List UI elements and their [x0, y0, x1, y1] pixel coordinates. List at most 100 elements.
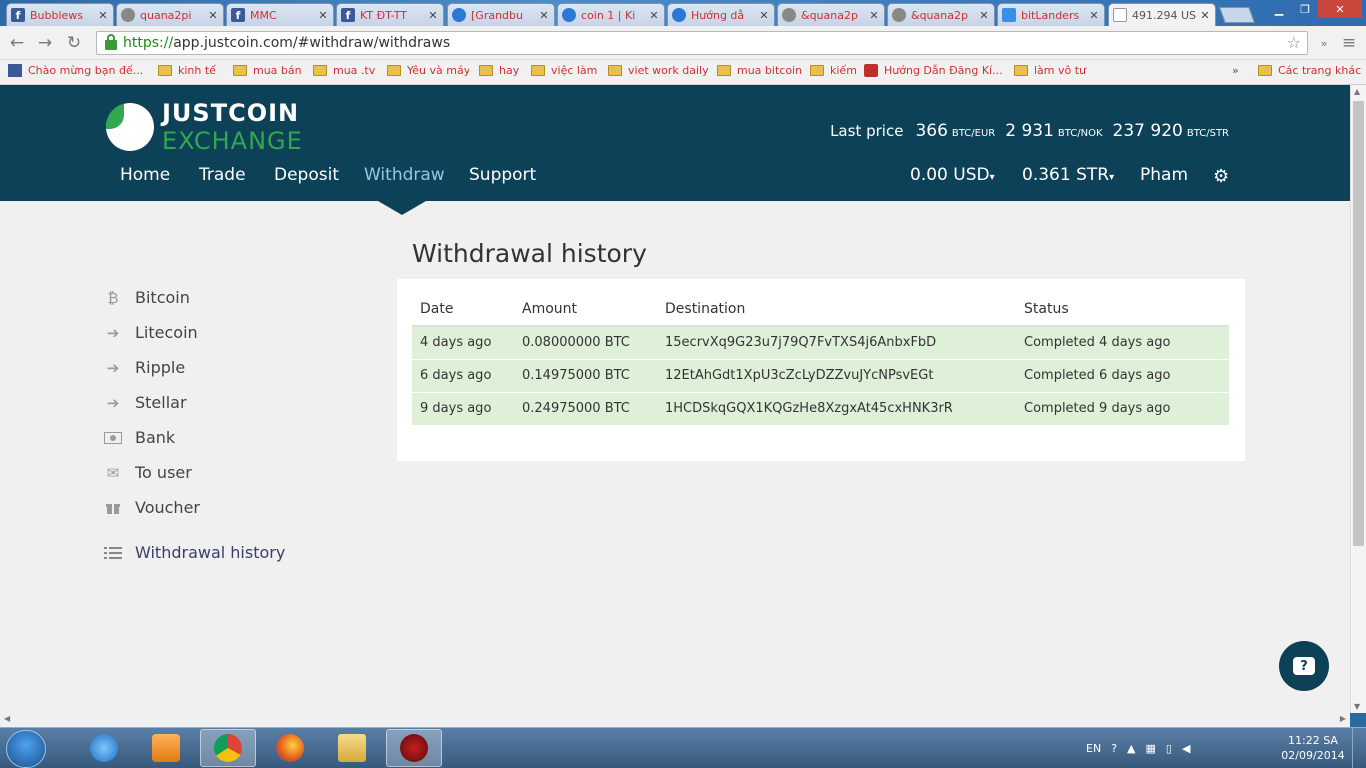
tab-label: Hướng dẫ: [691, 8, 745, 22]
sidebar-item-withdrawal-history[interactable]: Withdrawal history: [104, 543, 285, 562]
browser-tab[interactable]: &quana2p ✕: [777, 3, 885, 26]
scroll-left-icon[interactable]: ◀: [4, 714, 10, 723]
bookmark-item[interactable]: Hướng Dẫn Đăng Kí...: [864, 64, 1006, 77]
gear-icon[interactable]: ⚙: [1213, 166, 1229, 187]
system-clock[interactable]: 11:22 SA 02/09/2014: [1280, 733, 1346, 763]
bookmark-item[interactable]: mua bán: [233, 64, 305, 77]
system-tray: EN ? ▲ ▦ ▯ ◀: [1086, 728, 1190, 768]
vertical-scrollbar[interactable]: ▲ ▼: [1350, 85, 1366, 713]
new-tab-button[interactable]: [1219, 7, 1255, 23]
firefox-taskbar-icon[interactable]: [262, 729, 318, 767]
close-icon[interactable]: ✕: [1199, 9, 1211, 22]
maximize-button[interactable]: ❐: [1292, 0, 1318, 18]
browser-tab-active[interactable]: 491.294 US ✕: [1108, 3, 1216, 26]
forward-icon[interactable]: →: [34, 32, 56, 54]
windows-start-button[interactable]: [6, 730, 46, 768]
sidebar-item-label: Stellar: [135, 393, 187, 412]
minimize-button[interactable]: ▁: [1266, 0, 1292, 18]
sidebar-item-litecoin[interactable]: ➔ Litecoin: [104, 323, 198, 342]
back-icon[interactable]: ←: [6, 32, 28, 54]
browser-tab[interactable]: &quana2p ✕: [887, 3, 995, 26]
sidebar-item-to-user[interactable]: ✉ To user: [104, 463, 192, 482]
close-icon[interactable]: ✕: [207, 9, 219, 22]
network-icon[interactable]: ▦: [1146, 742, 1156, 755]
usd-balance-dropdown[interactable]: 0.00 USD▾: [910, 165, 995, 185]
browser-tab[interactable]: [Grandbu ✕: [447, 3, 555, 26]
bookmark-item[interactable]: kiếm: [810, 64, 858, 77]
bookmark-item[interactable]: viet work daily: [608, 64, 712, 77]
browser-tab[interactable]: quana2pi ✕: [116, 3, 224, 26]
bookmark-item[interactable]: Các trang khác: [1258, 64, 1366, 77]
page-content: JUSTCOIN EXCHANGE Last price 366 BTC/EUR…: [0, 85, 1350, 713]
browser-tab[interactable]: f Bubblews ✕: [6, 3, 114, 26]
bookmark-item[interactable]: Yêu và máy: [387, 64, 469, 77]
last-price-ticker: Last price 366 BTC/EUR 2 931 BTC/NOK 237…: [830, 121, 1229, 141]
url-text[interactable]: https://app.justcoin.com/#withdraw/withd…: [123, 35, 450, 51]
media-player-taskbar-icon[interactable]: [138, 729, 194, 767]
help-chat-button[interactable]: ?: [1279, 641, 1329, 691]
close-icon[interactable]: ✕: [1088, 9, 1100, 22]
nav-deposit[interactable]: Deposit: [274, 165, 339, 185]
close-icon[interactable]: ✕: [978, 9, 990, 22]
bookmark-item[interactable]: mua .tv: [313, 64, 379, 77]
sidebar-item-bitcoin[interactable]: ₿ Bitcoin: [104, 288, 189, 307]
scroll-right-icon[interactable]: ▶: [1340, 714, 1346, 723]
scroll-down-icon[interactable]: ▼: [1354, 702, 1360, 711]
browser-toolbar: ← → ↻ https://app.justcoin.com/#withdraw…: [0, 26, 1366, 60]
browser-tab[interactable]: f MMC ✕: [226, 3, 334, 26]
battery-icon[interactable]: ▯: [1166, 742, 1172, 755]
user-menu[interactable]: Pham: [1140, 165, 1188, 185]
justcoin-logo[interactable]: JUSTCOIN EXCHANGE: [106, 99, 303, 155]
nav-withdraw[interactable]: Withdraw: [364, 165, 445, 185]
chrome-taskbar-icon[interactable]: [200, 729, 256, 767]
internet-explorer-taskbar-icon[interactable]: [76, 729, 132, 767]
close-icon[interactable]: ✕: [317, 9, 329, 22]
help-icon[interactable]: ?: [1111, 742, 1117, 755]
extensions-chevron-icon[interactable]: »: [1313, 32, 1335, 54]
close-icon[interactable]: ✕: [427, 9, 439, 22]
bookmark-item[interactable]: làm vô tư: [1014, 64, 1094, 77]
browser-tab[interactable]: bitLanders ✕: [997, 3, 1105, 26]
tray-expand-icon[interactable]: ▲: [1127, 742, 1135, 755]
explorer-folder-taskbar-icon[interactable]: [324, 729, 380, 767]
bookmark-item[interactable]: việc làm: [531, 64, 599, 77]
browser-tab[interactable]: f KT ĐT-TT ✕: [336, 3, 444, 26]
bookmark-star-icon[interactable]: ☆: [1287, 33, 1301, 52]
cell-status: Completed 4 days ago: [1016, 326, 1229, 360]
sidebar-item-bank[interactable]: Bank: [104, 428, 175, 447]
close-icon[interactable]: ✕: [758, 9, 770, 22]
show-desktop-button[interactable]: [1352, 728, 1366, 768]
bookmark-item[interactable]: kinh tế: [158, 64, 224, 77]
language-indicator[interactable]: EN: [1086, 742, 1101, 755]
volume-icon[interactable]: ◀: [1182, 742, 1190, 755]
nav-trade[interactable]: Trade: [199, 165, 246, 185]
envelope-icon: ✉: [106, 463, 120, 482]
nav-support[interactable]: Support: [469, 165, 536, 185]
scrollbar-thumb[interactable]: [1353, 101, 1364, 546]
bookmarks-overflow-icon[interactable]: »: [1232, 64, 1246, 77]
scroll-up-icon[interactable]: ▲: [1354, 87, 1360, 96]
window-close-button[interactable]: ✕: [1318, 0, 1362, 18]
nav-home[interactable]: Home: [120, 165, 170, 185]
str-balance-dropdown[interactable]: 0.361 STR▾: [1022, 165, 1114, 185]
bookmark-item[interactable]: mua bitcoin: [717, 64, 803, 77]
reload-icon[interactable]: ↻: [63, 32, 85, 54]
sidebar-item-voucher[interactable]: Voucher: [104, 498, 200, 517]
sidebar-item-stellar[interactable]: ➔ Stellar: [104, 393, 187, 412]
close-icon[interactable]: ✕: [97, 9, 109, 22]
browser-tab[interactable]: Hướng dẫ ✕: [667, 3, 775, 26]
browser-tab[interactable]: coin 1 | Ki ✕: [557, 3, 665, 26]
facebook-icon: f: [11, 8, 25, 22]
address-bar[interactable]: https://app.justcoin.com/#withdraw/withd…: [96, 31, 1308, 55]
horizontal-scrollbar[interactable]: ◀ ▶: [0, 713, 1350, 727]
close-icon[interactable]: ✕: [648, 9, 660, 22]
close-icon[interactable]: ✕: [868, 9, 880, 22]
globe-search-icon: [672, 8, 686, 22]
bookmark-item[interactable]: Chào mừng bạn đế...: [8, 64, 148, 77]
bookmark-label: Hướng Dẫn Đăng Kí...: [884, 64, 1003, 77]
sidebar-item-ripple[interactable]: ➔ Ripple: [104, 358, 185, 377]
bookmark-item[interactable]: hay: [479, 64, 523, 77]
app-taskbar-icon[interactable]: [386, 729, 442, 767]
menu-icon[interactable]: ≡: [1338, 32, 1360, 54]
close-icon[interactable]: ✕: [538, 9, 550, 22]
